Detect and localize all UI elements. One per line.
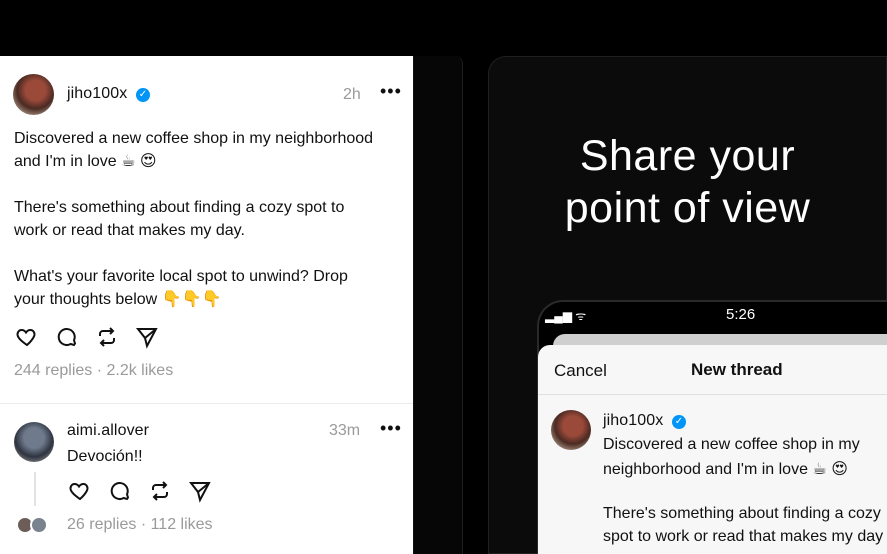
post-stats[interactable]: 244 replies · 2.2k likes	[14, 362, 173, 380]
post-text-line: and I'm in love ☕ 😍	[14, 153, 157, 170]
verified-badge-icon: ✓	[136, 88, 150, 102]
post-username[interactable]: aimi.allover	[67, 422, 149, 440]
status-bar-time: 5:26	[726, 306, 756, 323]
more-options-icon[interactable]: •••	[380, 82, 402, 100]
post-text: Devoción!!	[67, 448, 143, 465]
heart-icon[interactable]	[14, 324, 40, 350]
avatar	[551, 410, 591, 450]
composer-text-line[interactable]: There's something about finding a cozy	[603, 505, 881, 523]
post-text-line: What's your favorite local spot to unwin…	[14, 268, 348, 285]
post-actions	[14, 324, 160, 350]
background-panel	[413, 56, 463, 554]
thread-line	[34, 472, 36, 506]
send-icon[interactable]	[187, 478, 213, 504]
sheet-divider	[538, 394, 887, 395]
status-bar-icons: ▂▄▆ ᯤ	[545, 309, 587, 323]
cancel-button[interactable]: Cancel	[554, 361, 607, 381]
avatar[interactable]	[14, 422, 54, 462]
more-options-icon[interactable]: •••	[380, 419, 402, 437]
promo-headline: Share your	[579, 132, 796, 180]
heart-icon[interactable]	[67, 478, 93, 504]
post-jiho100x[interactable]: jiho100x ✓ 2h ••• Discovered a new coffe…	[0, 56, 413, 403]
composer-username: jiho100x	[603, 412, 664, 429]
composer-text-line[interactable]: spot to work or read that makes my day	[603, 528, 883, 546]
sheet-title: New thread	[691, 360, 783, 379]
post-time: 2h	[343, 86, 361, 103]
post-text-line: There's something about finding a cozy s…	[14, 199, 345, 216]
comment-icon[interactable]	[107, 478, 133, 504]
composer-text-line[interactable]: Discovered a new coffee shop in my	[603, 436, 860, 454]
post-time: 33m	[329, 422, 361, 439]
post-username[interactable]: jiho100x	[67, 85, 127, 103]
send-icon[interactable]	[134, 324, 160, 350]
replier-avatar	[30, 516, 48, 534]
verified-badge-icon: ✓	[672, 415, 686, 429]
post-text-line: Discovered a new coffee shop in my neigh…	[14, 130, 374, 147]
repost-icon[interactable]	[94, 324, 120, 350]
avatar[interactable]	[13, 74, 54, 115]
post-stats[interactable]: 26 replies · 112 likes	[67, 516, 213, 534]
composer-text-line[interactable]: neighborhood and I'm in love ☕ 😍	[603, 459, 848, 479]
post-text-line: work or read that makes my day.	[14, 222, 245, 239]
promo-headline: point of view	[564, 184, 811, 232]
comment-icon[interactable]	[54, 324, 80, 350]
repost-icon[interactable]	[147, 478, 173, 504]
post-text-line: your thoughts below 👇👇👇	[14, 291, 222, 308]
post-actions	[67, 478, 213, 504]
